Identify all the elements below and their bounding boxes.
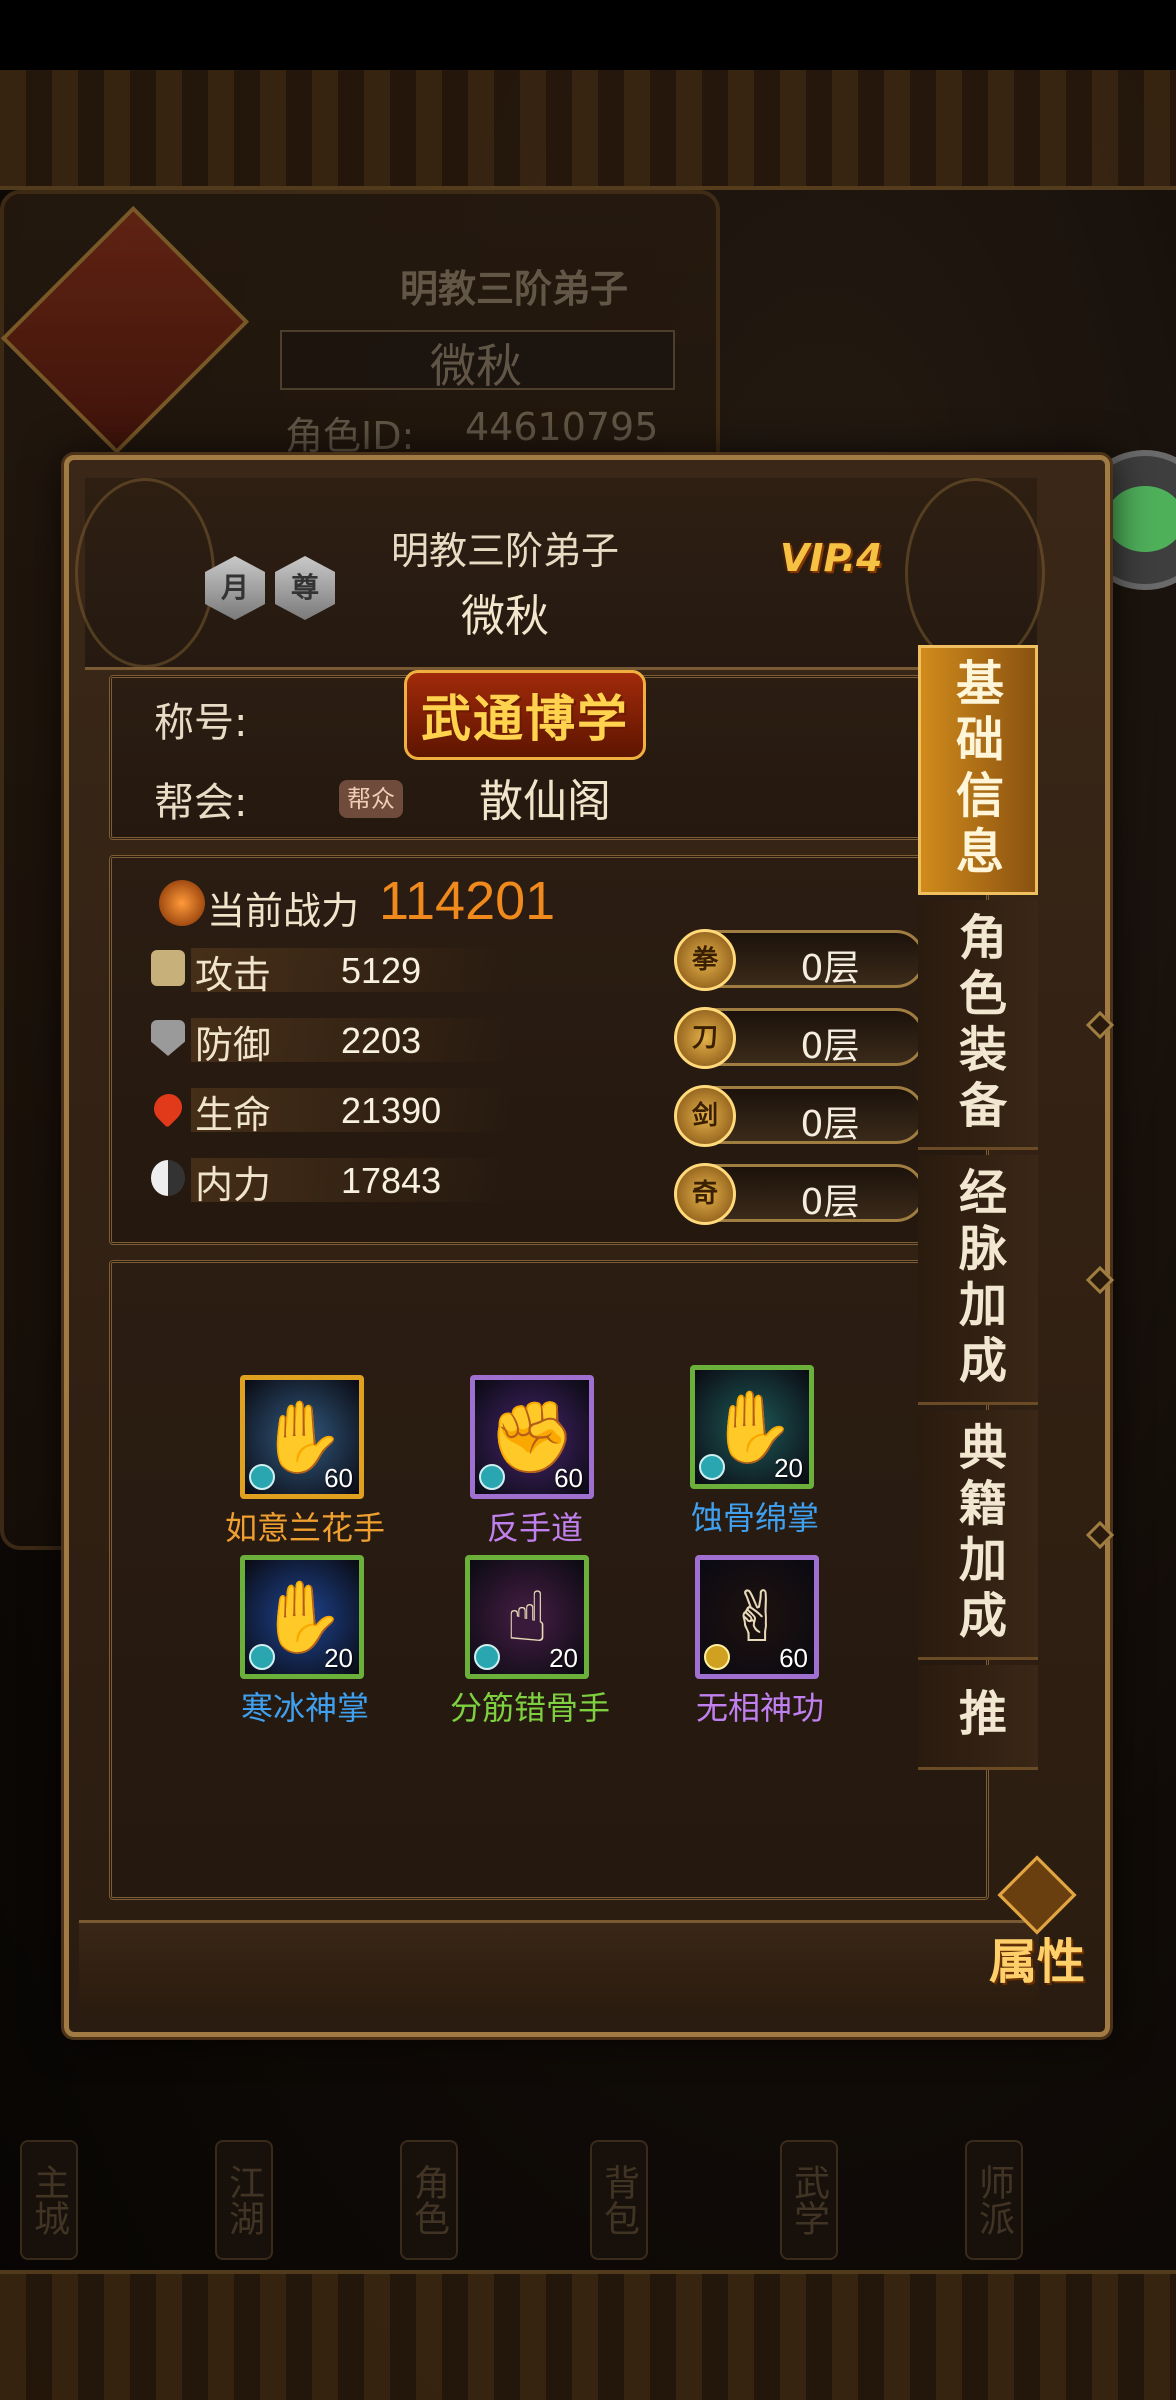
layer-text: 0层	[800, 1026, 860, 1067]
skill-gem-icon	[249, 1464, 275, 1490]
skill-icon: ✊ 60	[470, 1375, 594, 1499]
stat-row-attack: 攻击 5129	[151, 940, 511, 997]
skill-item[interactable]: ✌ 60 无相神功	[695, 1555, 825, 1727]
odd-coin-icon: 奇	[674, 1163, 736, 1225]
player-name: 微秋	[461, 591, 549, 642]
fist-coin-icon: 拳	[674, 929, 736, 991]
stat-row-inner-power: 内力 17843	[151, 1150, 511, 1207]
layer-pill-odd[interactable]: 奇 0层	[674, 1163, 925, 1225]
layer-pill-fist[interactable]: 拳 0层	[674, 929, 925, 991]
skill-item[interactable]: ✋ 20 寒冰神掌	[240, 1555, 370, 1727]
tab-classics-bonus[interactable]: 典籍加成	[918, 1410, 1038, 1660]
yinyang-icon	[151, 1160, 185, 1196]
layer-pill-sword[interactable]: 剑 0层	[674, 1085, 925, 1147]
skill-gem-icon	[474, 1644, 500, 1670]
stat-value: 17843	[341, 1160, 442, 1201]
skill-item[interactable]: ☝ 20 分筋错骨手	[450, 1555, 610, 1727]
skill-icon: ✌ 60	[695, 1555, 819, 1679]
skill-name: 分筋错骨手	[449, 1689, 610, 1727]
tab-role-equipment[interactable]: 角色装备	[918, 900, 1038, 1150]
sword-coin-icon: 剑	[674, 1085, 736, 1147]
skill-gem-icon	[704, 1644, 730, 1670]
stat-value: 5129	[341, 950, 422, 991]
skill-level: 60	[779, 1643, 808, 1673]
skill-gem-icon	[699, 1454, 725, 1480]
tab-push-map[interactable]: 推图	[918, 1665, 1038, 1770]
skill-icon: ✋ 20	[690, 1365, 814, 1489]
title-label: 称号:	[154, 700, 248, 746]
stat-row-defense: 防御 2203	[151, 1010, 511, 1067]
stat-value: 2203	[341, 1020, 422, 1061]
attributes-label: 属性	[988, 1934, 1085, 1990]
tab-basic-info[interactable]: 基础信息	[918, 645, 1038, 895]
honor-title-badge[interactable]: 武通博学	[404, 670, 646, 760]
skill-icon: ✋ 60	[240, 1375, 364, 1499]
guild-name[interactable]: 散仙阁	[479, 765, 611, 829]
vip-badge[interactable]: VIP.4	[780, 536, 882, 580]
guild-label: 帮会:	[154, 780, 248, 826]
skill-level: 20	[774, 1453, 803, 1483]
skill-level: 20	[549, 1643, 578, 1673]
stat-name: 攻击	[195, 953, 272, 997]
skill-icon: ✋ 20	[240, 1555, 364, 1679]
header-swirl-left	[75, 478, 215, 668]
power-label: 当前战力	[207, 889, 360, 933]
skill-level: 60	[324, 1463, 353, 1493]
guild-role-tag: 帮众	[339, 780, 403, 818]
skill-level: 20	[324, 1643, 353, 1673]
skill-item[interactable]: ✋ 60 如意兰花手	[225, 1375, 385, 1547]
skill-level: 60	[554, 1463, 583, 1493]
skill-gem-icon	[479, 1464, 505, 1490]
stat-name: 防御	[195, 1023, 272, 1067]
stat-value: 21390	[341, 1090, 442, 1131]
skill-name: 无相神功	[695, 1689, 824, 1727]
attributes-button[interactable]: 属性	[982, 1855, 1092, 1990]
blade-coin-icon: 刀	[674, 1007, 736, 1069]
shield-icon	[151, 1020, 185, 1056]
layer-text: 0层	[800, 948, 860, 989]
sect-title: 明教三阶弟子	[390, 529, 619, 573]
power-value: 114201	[379, 871, 556, 931]
power-icon	[159, 880, 205, 926]
heart-icon	[148, 1088, 188, 1128]
layer-text: 0层	[800, 1104, 860, 1145]
stat-name: 生命	[195, 1093, 272, 1137]
sword-icon	[151, 950, 185, 986]
skill-item[interactable]: ✋ 20 蚀骨绵掌	[690, 1365, 820, 1537]
dialog-header: 月 尊 明教三阶弟子 微秋 VIP.4	[75, 478, 1045, 670]
skill-gem-icon	[249, 1644, 275, 1670]
skill-name: 寒冰神掌	[240, 1689, 369, 1727]
skill-icon: ☝ 20	[465, 1555, 589, 1679]
layer-text: 0层	[800, 1182, 860, 1223]
skill-name: 如意兰花手	[224, 1509, 385, 1547]
skill-name: 反手道	[486, 1509, 583, 1547]
stat-row-health: 生命 21390	[148, 1080, 511, 1137]
stat-name: 内力	[195, 1163, 272, 1207]
dialog-footer-bar	[79, 1920, 1039, 2015]
skill-name: 蚀骨绵掌	[690, 1499, 819, 1537]
header-swirl-right	[905, 478, 1045, 668]
skill-item[interactable]: ✊ 60 反手道	[470, 1375, 600, 1547]
tab-meridian-bonus[interactable]: 经脉加成	[918, 1155, 1038, 1405]
layer-pill-blade[interactable]: 刀 0层	[674, 1007, 925, 1069]
